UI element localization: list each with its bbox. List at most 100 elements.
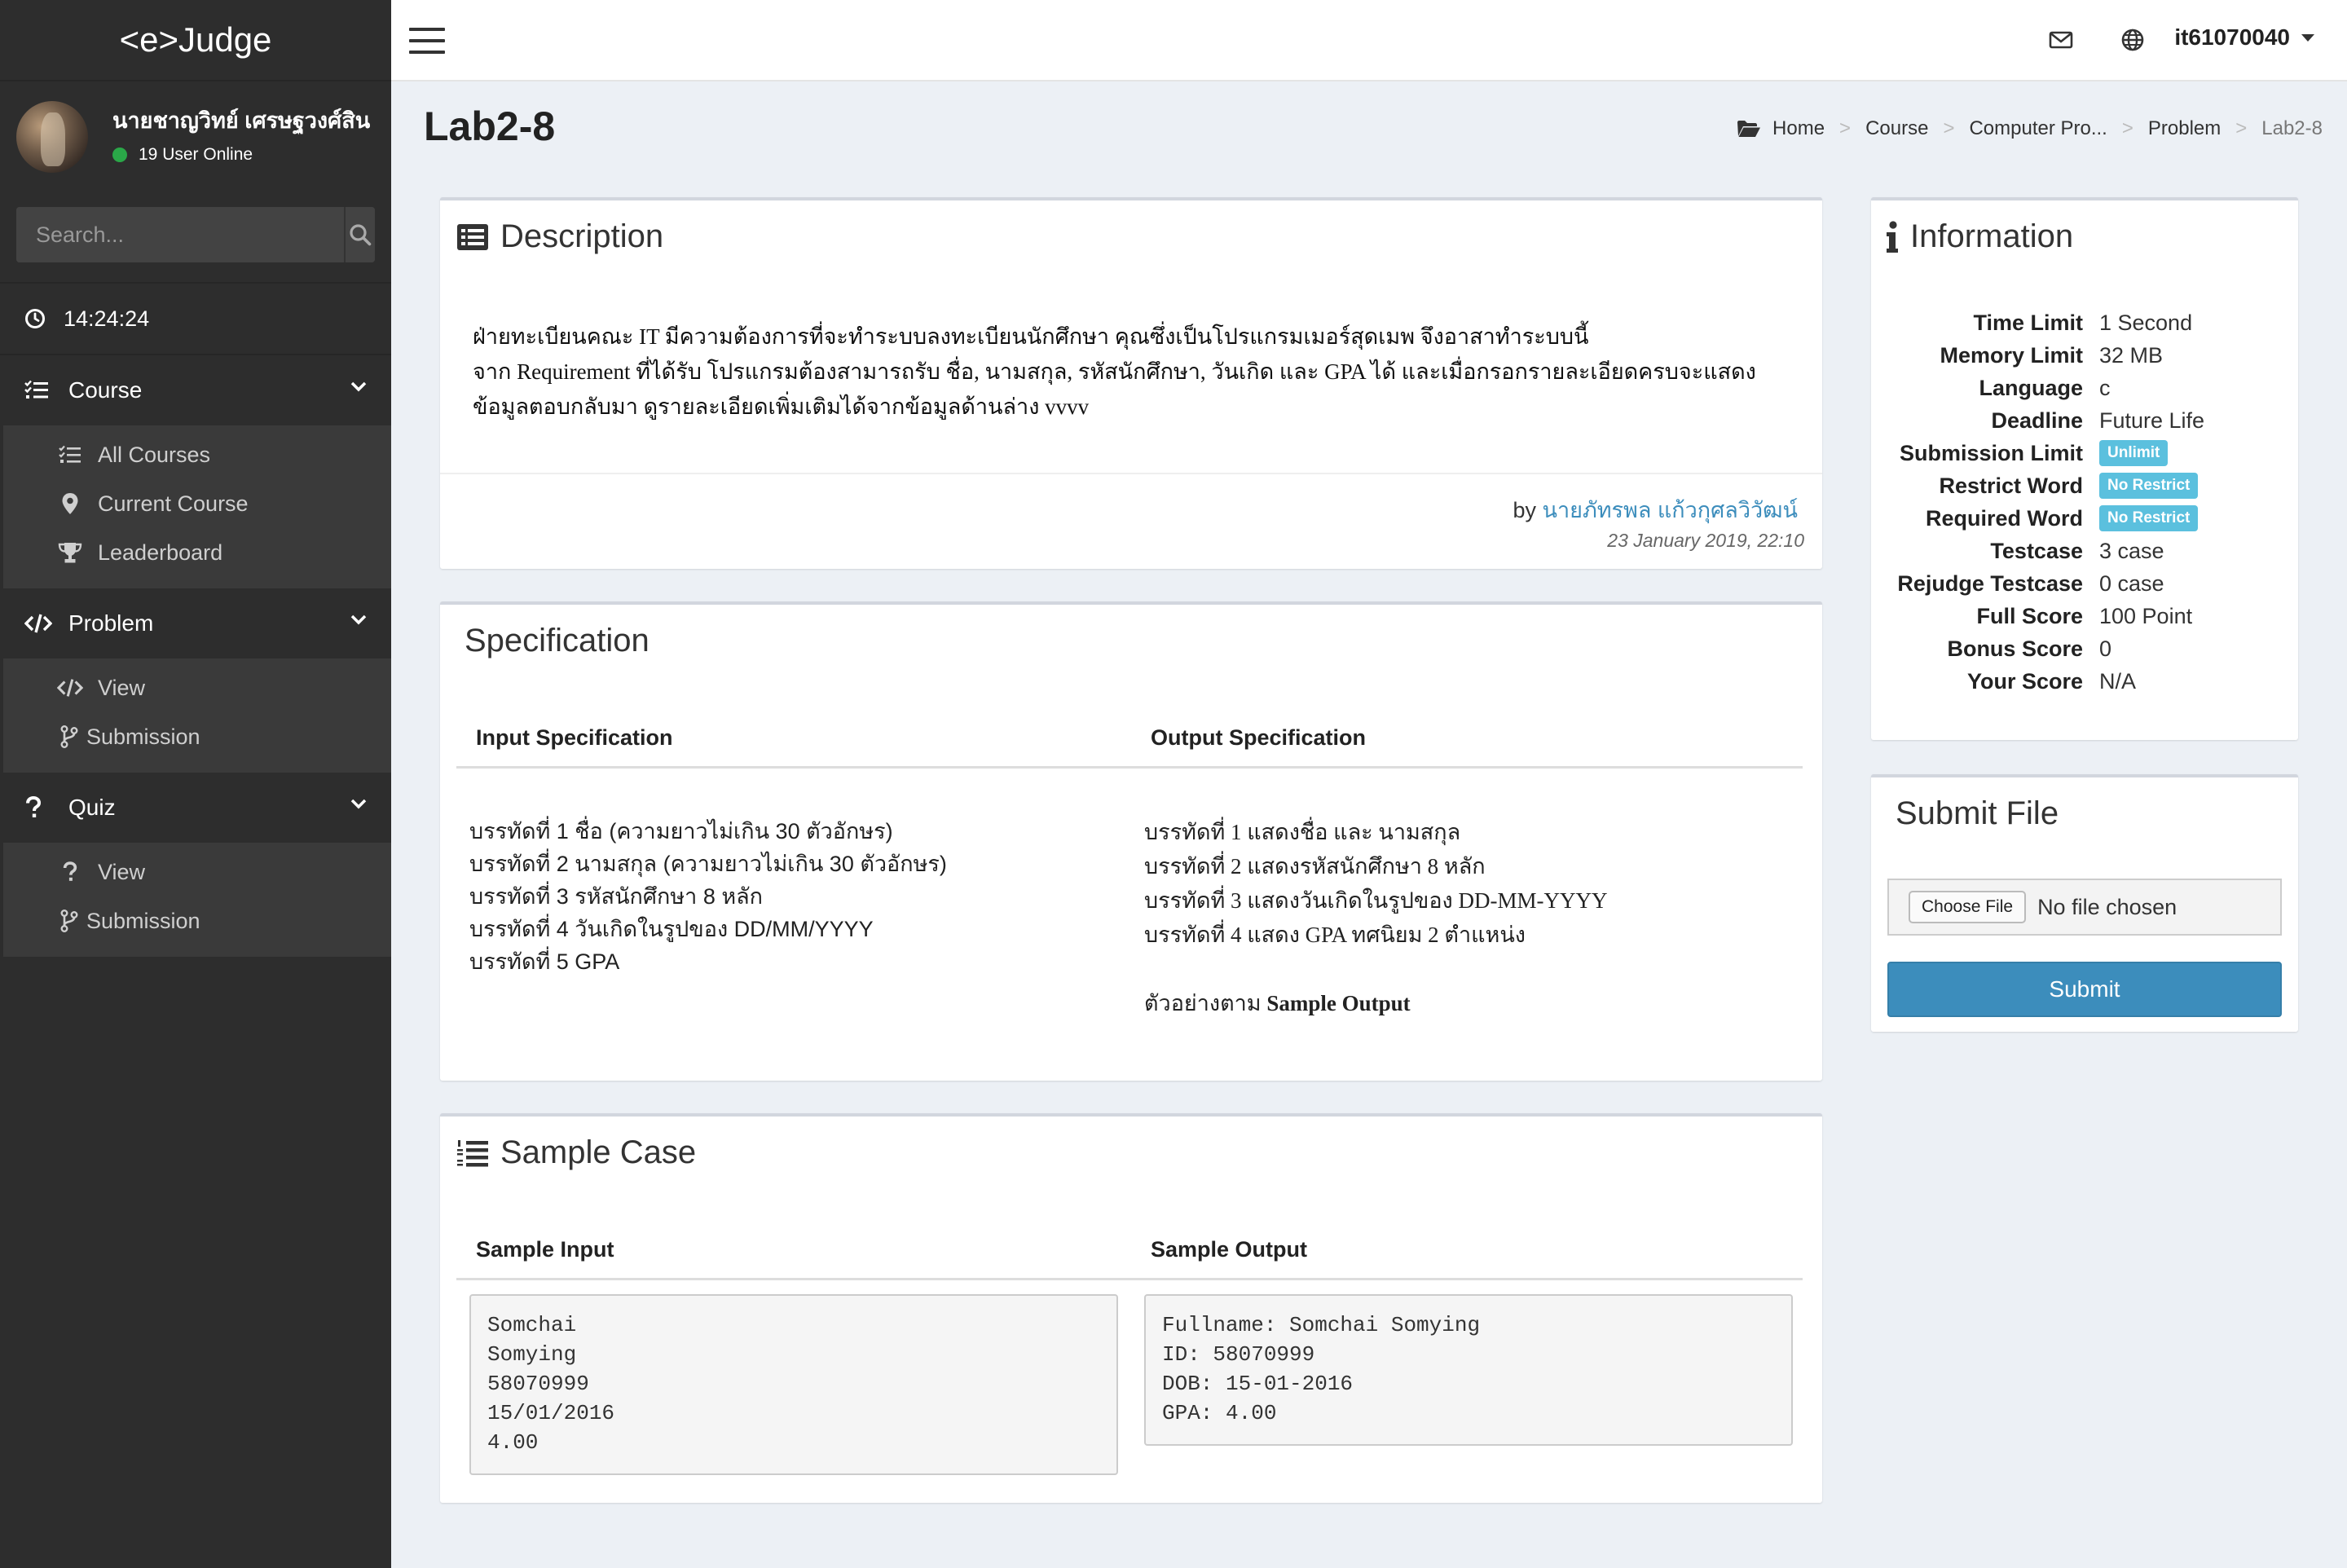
info-row-submission-limit: Submission Limit Unlimit — [1871, 437, 2298, 469]
info-key: Memory Limit — [1940, 342, 2083, 368]
info-value: 0 case — [2099, 570, 2164, 596]
info-value: 0 — [2099, 636, 2112, 661]
search-button[interactable] — [344, 207, 375, 262]
menu-course-label: Course — [68, 377, 143, 403]
info-row-deadline: Deadline Future Life — [1871, 404, 2298, 437]
search-icon — [350, 224, 372, 246]
description-line: จาก Requirement ที่ได้รับ โปรแกรมต้องสาม… — [473, 359, 1756, 384]
breadcrumb: Home > Course > Computer Pro... > Proble… — [1737, 117, 2323, 140]
menu-problem[interactable]: Problem — [0, 588, 391, 658]
sample-output-code: Fullname: Somchai Somying ID: 58070999 D… — [1144, 1294, 1793, 1446]
user-menu-dropdown[interactable]: it61070040 — [2174, 24, 2314, 51]
menu-course[interactable]: Course — [0, 355, 391, 425]
menu-problem-label: Problem — [68, 610, 154, 636]
description-line: ข้อมูลตอบกลับมา ดูรายละเอียดเพิ่มเติมได้… — [473, 394, 1090, 419]
breadcrumb-home[interactable]: Home — [1772, 117, 1825, 140]
code-icon — [57, 679, 83, 697]
current-course-label: Current Course — [98, 491, 249, 516]
problem-submission-label: Submission — [86, 724, 200, 749]
quiz-view-label: View — [98, 859, 146, 884]
sample-header-rule — [456, 1278, 1803, 1280]
info-key: Submission Limit — [1899, 440, 2083, 465]
online-count: 19 User Online — [139, 145, 253, 164]
output-spec-line: บรรทัดที่ 2 แสดงรหัสนักศึกษา 8 หลัก — [1144, 854, 1486, 879]
sample-input-code: Somchai Somying 58070999 15/01/2016 4.00 — [469, 1294, 1118, 1475]
info-row-time-limit: Time Limit 1 Second — [1871, 306, 2298, 339]
all-courses-label: All Courses — [98, 442, 211, 467]
file-status: No file chosen — [2037, 894, 2177, 919]
folder-open-icon — [1737, 121, 1761, 137]
list-icon — [59, 445, 81, 463]
hamburger-icon — [409, 28, 445, 31]
info-key: Required Word — [1925, 505, 2083, 531]
breadcrumb-course-name[interactable]: Computer Pro... — [1969, 117, 2107, 140]
input-spec-list: บรรทัดที่ 1 ชื่อ (ความยาวไม่เกิน 30 ตัวอ… — [469, 815, 947, 978]
globe-icon[interactable] — [2120, 28, 2145, 52]
info-row-required-word: Required Word No Restrict — [1871, 502, 2298, 535]
problem-submenu: View Submission — [0, 658, 391, 773]
sidebar-item-problem-view[interactable]: View — [3, 663, 391, 712]
specification-title: Specification — [465, 623, 649, 658]
post-date: 23 January 2019, 22:10 — [1607, 530, 1804, 551]
spec-header-rule — [456, 766, 1803, 769]
author-line: by นายภัทรพล แก้วกุศลวิวัฒน์ — [1513, 492, 1798, 527]
sidebar-toggle-button[interactable] — [409, 28, 445, 54]
output-spec-line: บรรทัดที่ 4 แสดง GPA ทศนิยม 2 ตำแหน่ง — [1144, 923, 1526, 947]
user-panel: นายชาญวิทย์ เศรษฐวงศ์สิน 19 User Online — [0, 81, 391, 192]
information-title: Information — [1886, 218, 2073, 255]
question-icon — [63, 861, 77, 881]
breadcrumb-course[interactable]: Course — [1865, 117, 1928, 140]
menu-quiz[interactable]: Quiz — [0, 773, 391, 843]
information-box: Information Time Limit 1 Second Memory Li… — [1871, 197, 2298, 740]
info-key: Restrict Word — [1939, 473, 2083, 498]
breadcrumb-current: Lab2-8 — [2261, 117, 2323, 139]
info-row-rejudge-testcase: Rejudge Testcase 0 case — [1871, 567, 2298, 600]
file-input[interactable]: Choose File No file chosen — [1887, 879, 2282, 936]
info-key: Your Score — [1966, 668, 2083, 694]
output-spec-heading: Output Specification — [1151, 725, 1367, 750]
sidebar-item-leaderboard[interactable]: Leaderboard — [3, 528, 391, 577]
description-divider — [440, 473, 1822, 474]
caret-down-icon — [2301, 33, 2314, 42]
search-form — [16, 207, 375, 262]
sidebar-item-problem-submission[interactable]: Submission — [3, 712, 391, 761]
info-key: Deadline — [1991, 407, 2083, 433]
map-marker-icon — [62, 493, 78, 514]
submit-file-box: Submit File Choose File No file chosen S… — [1871, 774, 2298, 1032]
info-key: Time Limit — [1973, 310, 2083, 335]
info-key: Full Score — [1976, 603, 2083, 628]
description-body: ฝ่ายทะเบียนคณะ IT มีความต้องการที่จะทำระ… — [473, 319, 1793, 425]
question-icon — [26, 796, 42, 817]
search-input[interactable] — [16, 207, 344, 262]
description-title: Description — [456, 218, 663, 255]
info-value: 1 Second — [2099, 310, 2193, 335]
output-note-bold: Sample Output — [1266, 991, 1411, 1015]
chevron-down-icon — [350, 614, 367, 625]
author-link[interactable]: นายภัทรพล แก้วกุศลวิวัฒน์ — [1543, 498, 1799, 522]
info-key: Testcase — [1990, 538, 2083, 563]
output-spec-list: บรรทัดที่ 1 แสดงชื่อ และ นามสกุล บรรทัดท… — [1144, 815, 1607, 1020]
quiz-submenu: View Submission — [0, 843, 391, 957]
author-prefix: by — [1513, 498, 1536, 522]
top-navbar: it61070040 — [391, 0, 2347, 81]
leaderboard-label: Leaderboard — [98, 540, 223, 565]
output-spec-line: บรรทัดที่ 1 แสดงชื่อ และ นามสกุล — [1144, 820, 1461, 844]
info-row-memory-limit: Memory Limit 32 MB — [1871, 339, 2298, 372]
info-icon — [1887, 220, 1898, 253]
info-value: N/A — [2099, 668, 2137, 694]
envelope-icon[interactable] — [2049, 28, 2073, 52]
sidebar-item-all-courses[interactable]: All Courses — [3, 430, 391, 479]
info-value: 100 Point — [2099, 603, 2193, 628]
username-label: it61070040 — [2174, 24, 2290, 50]
sample-case-title: Sample Case — [456, 1134, 696, 1171]
sidebar-item-quiz-view[interactable]: View — [3, 848, 391, 896]
submit-button[interactable]: Submit — [1887, 962, 2282, 1017]
choose-file-button[interactable]: Choose File — [1909, 891, 2027, 923]
breadcrumb-problem[interactable]: Problem — [2148, 117, 2221, 140]
sidebar-item-quiz-submission[interactable]: Submission — [3, 896, 391, 945]
sidebar-item-current-course[interactable]: Current Course — [3, 479, 391, 528]
list-ol-icon — [457, 1139, 488, 1166]
input-spec-line: บรรทัดที่ 2 นามสกุล (ความยาวไม่เกิน 30 ต… — [469, 852, 947, 876]
app-logo[interactable]: <e>Judge — [0, 0, 391, 81]
info-value: 3 case — [2099, 538, 2164, 563]
